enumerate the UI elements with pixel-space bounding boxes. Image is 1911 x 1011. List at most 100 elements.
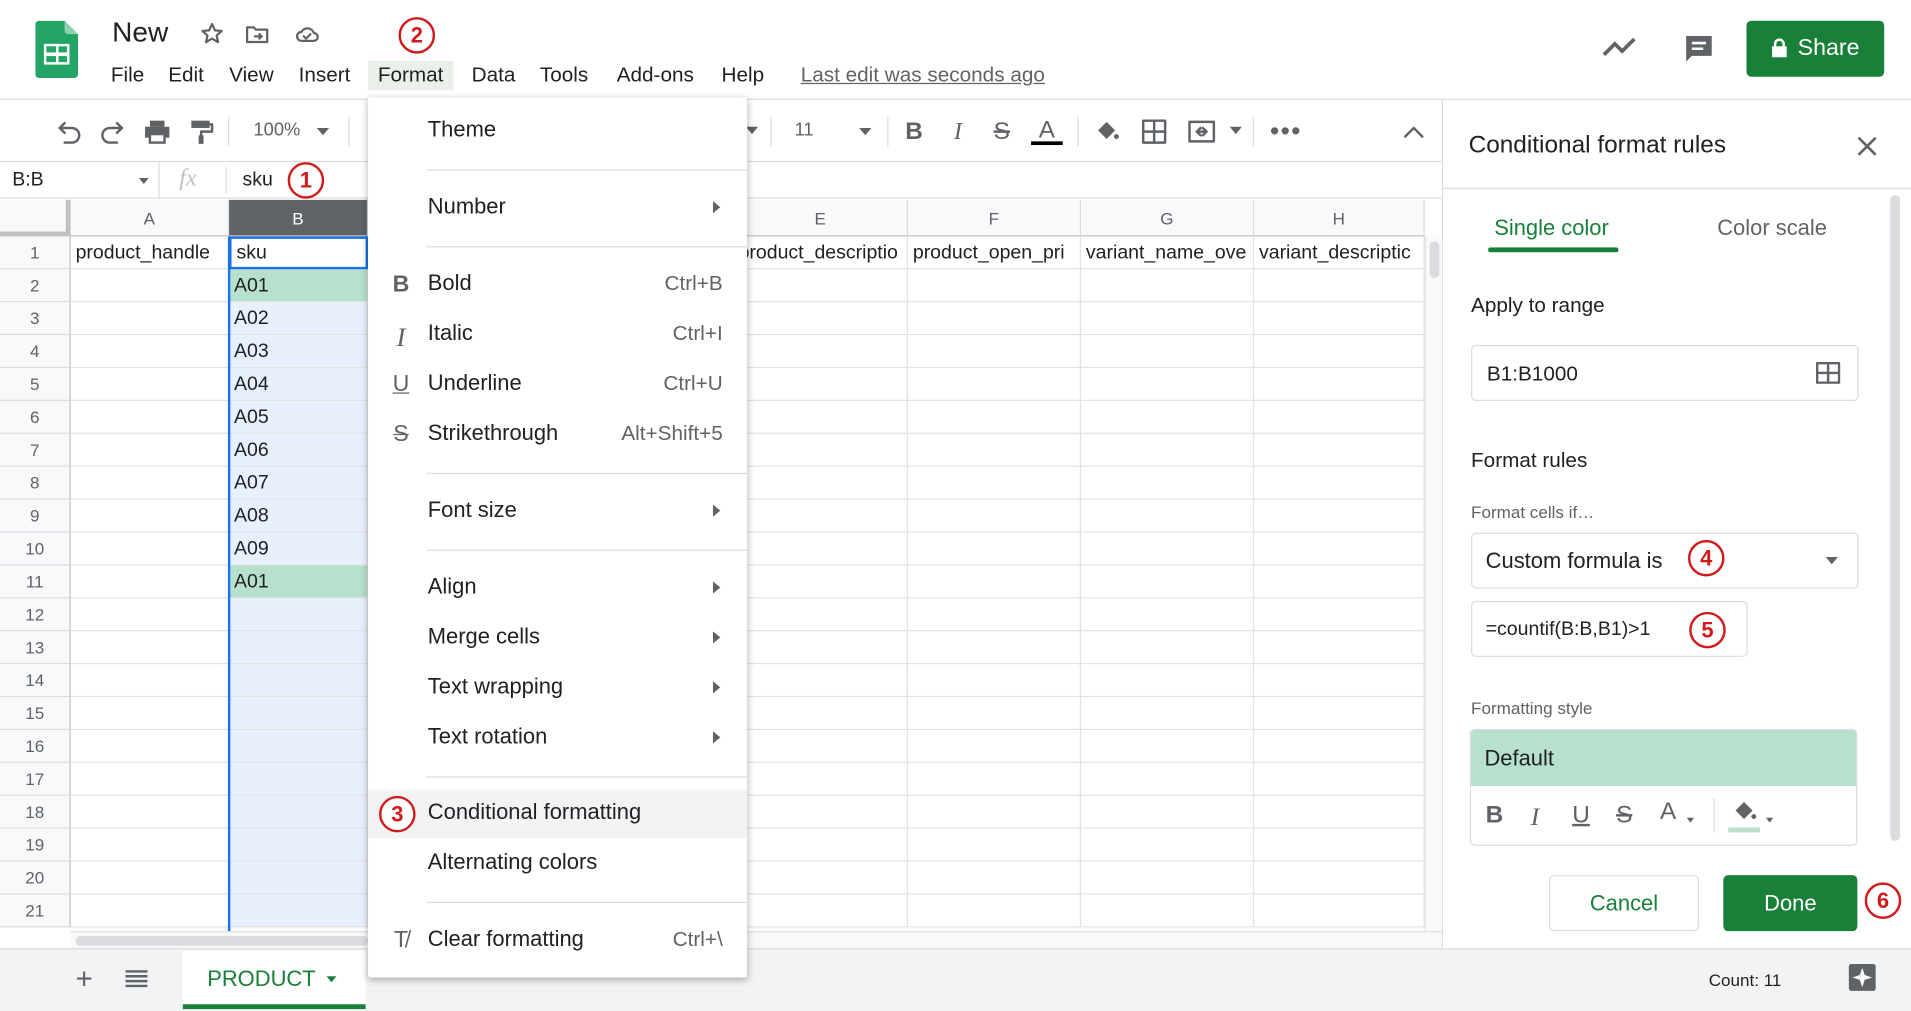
cell-f14[interactable] bbox=[907, 664, 1082, 698]
row-header[interactable]: 15 bbox=[0, 697, 71, 731]
bold-icon[interactable]: B bbox=[897, 116, 931, 148]
cell-h17[interactable] bbox=[1254, 762, 1425, 796]
last-edit-link[interactable]: Last edit was seconds ago bbox=[801, 61, 1045, 90]
cell-h13[interactable] bbox=[1254, 631, 1425, 665]
cell-g6[interactable] bbox=[1081, 400, 1255, 434]
menu-number[interactable]: Number bbox=[368, 184, 747, 233]
font-size-select[interactable]: 11 bbox=[782, 117, 877, 146]
cell-g14[interactable] bbox=[1081, 664, 1255, 698]
cell-f15[interactable] bbox=[907, 697, 1082, 731]
formula-input[interactable]: sku bbox=[243, 169, 273, 191]
row-header[interactable]: 18 bbox=[0, 795, 71, 829]
cell-e14[interactable] bbox=[733, 664, 908, 698]
column-header-f[interactable]: F bbox=[907, 199, 1082, 237]
sheets-logo[interactable] bbox=[35, 20, 78, 78]
underline-icon[interactable]: U bbox=[1572, 802, 1590, 830]
cell-g9[interactable] bbox=[1081, 499, 1255, 533]
cell-f13[interactable] bbox=[907, 631, 1082, 665]
cell-e11[interactable] bbox=[733, 565, 908, 599]
share-button[interactable]: Share bbox=[1746, 20, 1885, 77]
cell-g18[interactable] bbox=[1081, 795, 1255, 829]
row-header[interactable]: 10 bbox=[0, 532, 71, 566]
italic-icon[interactable]: I bbox=[941, 116, 975, 148]
menu-tools[interactable]: Tools bbox=[537, 61, 590, 90]
scroll-thumb[interactable] bbox=[1429, 241, 1440, 278]
cell-a3[interactable] bbox=[70, 302, 230, 336]
row-header[interactable]: 4 bbox=[0, 335, 71, 369]
cell-a17[interactable] bbox=[70, 762, 230, 796]
cell-g20[interactable] bbox=[1081, 861, 1255, 895]
cell-h4[interactable] bbox=[1254, 335, 1425, 369]
font-chevron-icon[interactable] bbox=[745, 126, 759, 135]
cell-g7[interactable] bbox=[1081, 433, 1255, 467]
column-header-e[interactable]: E bbox=[733, 199, 908, 237]
cell-a19[interactable] bbox=[70, 828, 230, 862]
menu-theme[interactable]: Theme bbox=[368, 107, 747, 156]
strikethrough-icon[interactable]: S bbox=[1616, 802, 1632, 830]
row-header[interactable]: 16 bbox=[0, 730, 71, 763]
cell-h10[interactable] bbox=[1254, 532, 1425, 566]
borders-icon[interactable] bbox=[1137, 116, 1171, 148]
menu-addons[interactable]: Add-ons bbox=[614, 61, 696, 90]
cell-g10[interactable] bbox=[1081, 532, 1255, 566]
cell-f7[interactable] bbox=[907, 433, 1082, 467]
cell-g16[interactable] bbox=[1081, 730, 1255, 763]
menu-clear-formatting[interactable]: T̸ Clear formatting Ctrl+\ bbox=[368, 917, 747, 966]
cell-f12[interactable] bbox=[907, 598, 1082, 632]
panel-scrollbar[interactable] bbox=[1890, 195, 1901, 841]
style-preset-default[interactable]: Default bbox=[1471, 730, 1857, 787]
zoom-select[interactable]: 100% bbox=[239, 117, 337, 146]
cell-f17[interactable] bbox=[907, 762, 1082, 796]
row-header[interactable]: 11 bbox=[0, 565, 71, 599]
cell-f5[interactable] bbox=[907, 368, 1082, 401]
cell-f19[interactable] bbox=[907, 828, 1082, 862]
cell-g2[interactable] bbox=[1081, 269, 1255, 303]
cell-e21[interactable] bbox=[733, 894, 908, 928]
cell-e15[interactable] bbox=[733, 697, 908, 731]
cell-e12[interactable] bbox=[733, 598, 908, 632]
cell-e16[interactable] bbox=[733, 730, 908, 763]
print-icon[interactable] bbox=[140, 116, 174, 148]
menu-file[interactable]: File bbox=[108, 61, 146, 90]
cell-f9[interactable] bbox=[907, 499, 1082, 533]
done-button[interactable]: Done bbox=[1723, 875, 1858, 932]
cell-a7[interactable] bbox=[70, 433, 230, 467]
select-all-corner[interactable] bbox=[0, 199, 71, 237]
cell-h11[interactable] bbox=[1254, 565, 1425, 599]
cell-h5[interactable] bbox=[1254, 368, 1425, 401]
all-sheets-icon[interactable] bbox=[125, 970, 148, 988]
cell-a10[interactable] bbox=[70, 532, 230, 566]
menu-alternating-colors[interactable]: Alternating colors bbox=[368, 840, 747, 889]
row-header[interactable]: 17 bbox=[0, 762, 71, 796]
add-sheet-icon[interactable]: + bbox=[76, 963, 93, 997]
row-header[interactable]: 3 bbox=[0, 302, 71, 336]
row-header[interactable]: 2 bbox=[0, 269, 71, 303]
row-header[interactable]: 20 bbox=[0, 861, 71, 895]
strikethrough-icon[interactable]: S bbox=[985, 116, 1019, 148]
cell-e13[interactable] bbox=[733, 631, 908, 665]
cell-h2[interactable] bbox=[1254, 269, 1425, 303]
column-header-g[interactable]: G bbox=[1081, 199, 1255, 237]
fill-color-icon[interactable] bbox=[1731, 798, 1758, 825]
cell-f10[interactable] bbox=[907, 532, 1082, 566]
row-header[interactable]: 5 bbox=[0, 368, 71, 401]
cell-g1[interactable]: variant_name_ove bbox=[1081, 236, 1255, 270]
cell-f18[interactable] bbox=[907, 795, 1082, 829]
menu-italic[interactable]: I Italic Ctrl+I bbox=[368, 311, 747, 360]
cell-g15[interactable] bbox=[1081, 697, 1255, 731]
row-header[interactable]: 9 bbox=[0, 499, 71, 533]
cell-f3[interactable] bbox=[907, 302, 1082, 336]
redo-icon[interactable] bbox=[96, 116, 130, 148]
doc-title[interactable]: New bbox=[112, 16, 168, 49]
cell-g19[interactable] bbox=[1081, 828, 1255, 862]
cell-f1[interactable]: product_open_pri bbox=[907, 236, 1082, 270]
condition-select[interactable]: Custom formula is bbox=[1471, 532, 1859, 589]
close-icon[interactable] bbox=[1855, 134, 1879, 158]
menu-data[interactable]: Data bbox=[469, 61, 518, 90]
cell-e17[interactable] bbox=[733, 762, 908, 796]
column-header-h[interactable]: H bbox=[1254, 199, 1425, 237]
menu-align[interactable]: Align bbox=[368, 564, 747, 613]
tab-color-scale[interactable]: Color scale bbox=[1717, 216, 1827, 242]
cell-a12[interactable] bbox=[70, 598, 230, 632]
cell-f2[interactable] bbox=[907, 269, 1082, 303]
